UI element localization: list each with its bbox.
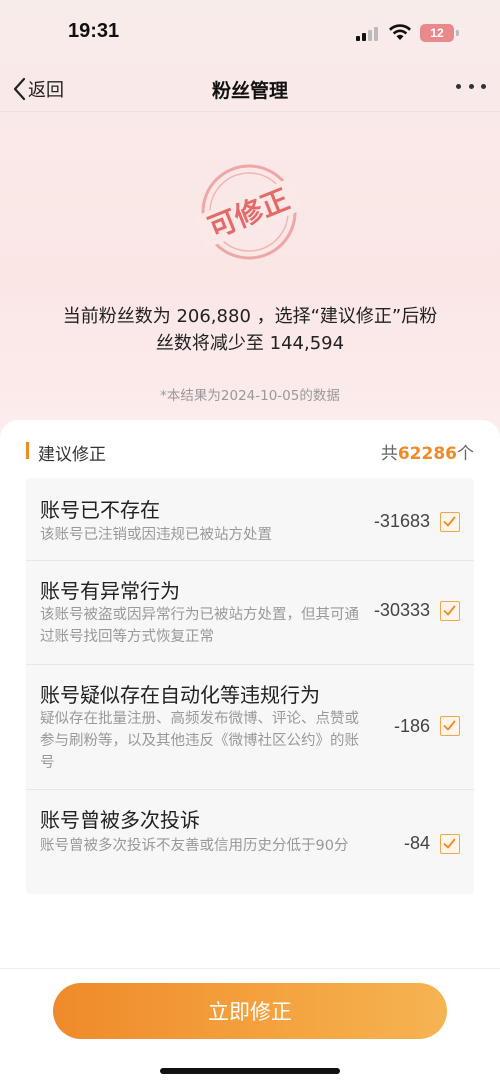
bottom-divider	[0, 968, 500, 969]
checkbox-checked-icon[interactable]	[440, 716, 460, 736]
item-desc: 该账号被盗或因异常行为已被站方处置，但其可通过账号找回等方式恢复正常	[40, 607, 359, 645]
section-accent-bar	[26, 442, 29, 459]
nav-bar: 返回 粉丝管理	[0, 66, 500, 112]
count-prefix: 共	[380, 444, 398, 464]
list-item[interactable]: 账号已不存在 该账号已注销或因违规已被站方处置 -31683	[26, 478, 474, 561]
list-item[interactable]: 账号有异常行为 该账号被盗或因异常行为已被站方处置，但其可通过账号找回等方式恢复…	[26, 561, 474, 665]
checkbox-checked-icon[interactable]	[440, 512, 460, 532]
fan-count-summary: 当前粉丝数为 206,880 ，选择“建议修正”后粉 丝数将减少至 144,59…	[20, 303, 480, 357]
summary-line-2: 丝数将减少至 144,594	[155, 333, 345, 354]
checkbox-checked-icon[interactable]	[440, 601, 460, 621]
count-number: 62286	[397, 444, 457, 464]
signal-icon	[356, 27, 380, 41]
item-value: -30333	[373, 600, 430, 620]
section-header: 建议修正 共62286个	[26, 438, 476, 465]
item-value: -186	[393, 716, 430, 736]
status-time: 19:31	[68, 20, 120, 42]
item-desc: 疑似存在批量注册、高频发布微博、评论、点赞或参与刷粉等，以及其他违反《微博社区公…	[40, 711, 359, 771]
item-title: 账号曾被多次投诉	[40, 808, 200, 832]
correctable-stamp: 可修正	[194, 164, 304, 260]
item-title: 账号已不存在	[40, 498, 160, 522]
item-desc: 该账号已注销或因违规已被站方处置	[40, 527, 272, 543]
item-title: 账号疑似存在自动化等违规行为	[40, 683, 320, 707]
checkbox-checked-icon[interactable]	[440, 834, 460, 854]
home-indicator	[160, 1068, 340, 1074]
wifi-icon	[389, 24, 411, 40]
item-title: 账号有异常行为	[40, 579, 180, 603]
battery-tip	[456, 30, 459, 36]
battery-icon: 12	[420, 24, 454, 42]
correction-list: 账号已不存在 该账号已注销或因违规已被站方处置 -31683 账号有异常行为 该…	[26, 478, 474, 894]
item-desc: 账号曾被多次投诉不友善或信用历史分低于90分	[40, 838, 349, 854]
status-bar: 19:31 12	[0, 0, 500, 66]
more-icon[interactable]	[456, 84, 486, 92]
item-value: -31683	[373, 511, 430, 531]
item-value: -84	[403, 833, 430, 853]
count-suffix: 个	[457, 444, 474, 464]
list-item[interactable]: 账号曾被多次投诉 账号曾被多次投诉不友善或信用历史分低于90分 -84	[26, 790, 474, 894]
section-count: 共62286个	[381, 439, 474, 464]
section-title: 建议修正	[38, 445, 106, 465]
summary-line-1: 当前粉丝数为 206,880 ，选择“建议修正”后粉	[62, 306, 438, 327]
correct-now-button[interactable]: 立即修正	[53, 983, 447, 1039]
data-date-note: *本结果为2024-10-05的数据	[160, 388, 340, 404]
list-item[interactable]: 账号疑似存在自动化等违规行为 疑似存在批量注册、高频发布微博、评论、点赞或参与刷…	[26, 665, 474, 790]
page-title: 粉丝管理	[211, 80, 288, 102]
